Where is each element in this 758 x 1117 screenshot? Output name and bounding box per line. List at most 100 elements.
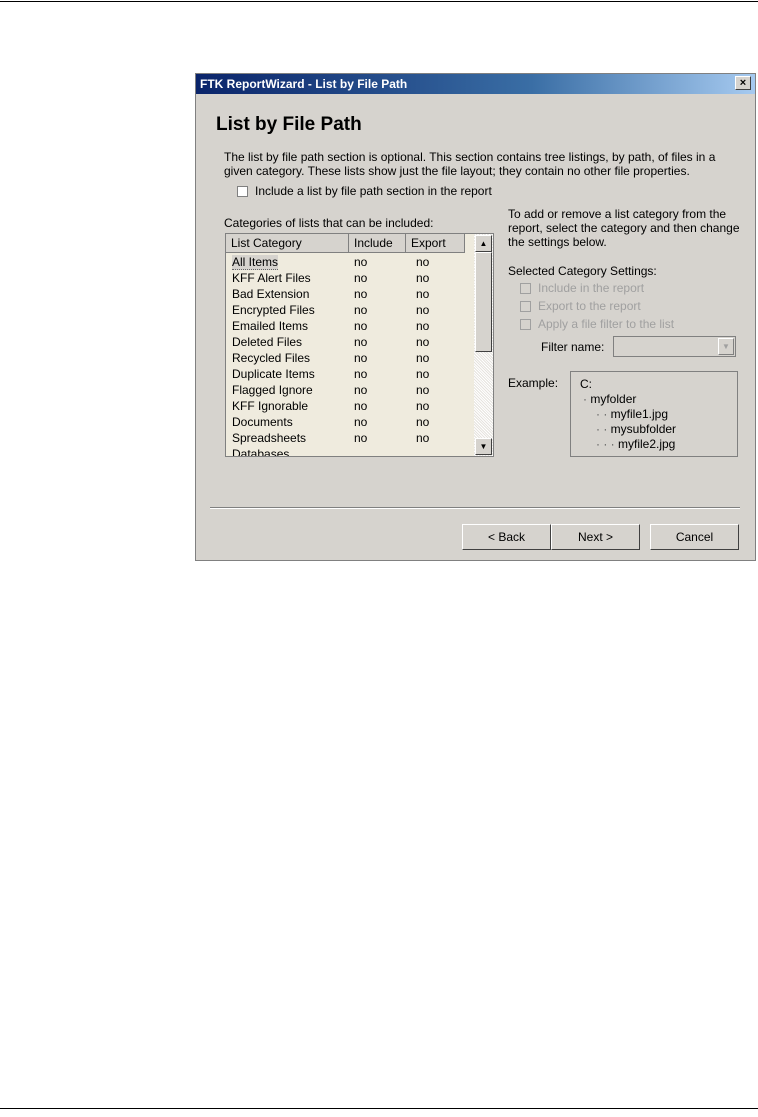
page-description: The list by file path section is optiona… <box>224 150 716 178</box>
scroll-down-button[interactable]: ▼ <box>475 438 492 455</box>
row-include: no <box>354 319 368 333</box>
apply-file-filter-checkbox[interactable] <box>520 319 531 331</box>
row-category: Spreadsheets <box>232 431 307 445</box>
selected-category-settings-caption: Selected Category Settings: <box>508 264 657 278</box>
example-text: myfolder <box>590 392 637 406</box>
row-include: no <box>354 303 368 317</box>
list-row[interactable]: Documents no no <box>226 414 474 430</box>
close-button[interactable]: × <box>735 76 751 90</box>
list-row[interactable]: Spreadsheets no no <box>226 430 474 446</box>
list-row[interactable]: All Items no no <box>226 254 474 270</box>
scroll-thumb[interactable] <box>475 252 492 352</box>
row-category: Emailed Items <box>232 319 309 333</box>
example-line: · · · myfile2.jpg <box>596 437 675 451</box>
triangle-down-icon: ▼ <box>479 442 488 451</box>
column-header-list-category[interactable]: List Category <box>226 234 349 253</box>
example-indent: · · <box>596 422 608 436</box>
close-icon: × <box>739 77 747 89</box>
example-line: · · mysubfolder <box>596 422 676 436</box>
row-include: no <box>354 255 368 269</box>
scroll-up-button[interactable]: ▲ <box>475 235 492 252</box>
include-in-report-label: Include in the report <box>538 281 645 295</box>
row-category: Duplicate Items <box>232 367 315 381</box>
apply-file-filter-option[interactable]: Apply a file filter to the list <box>520 317 674 331</box>
list-header: List Category Include Export <box>226 234 474 253</box>
triangle-up-icon: ▲ <box>479 239 488 248</box>
row-category: Encrypted Files <box>232 303 315 317</box>
example-indent: · · <box>596 407 608 421</box>
list-row[interactable]: Duplicate Items no no <box>226 366 474 382</box>
category-list[interactable]: List Category Include Export All Items no… <box>225 233 494 457</box>
include-in-report-option[interactable]: Include in the report <box>520 281 644 295</box>
page-bottom-rule <box>0 1108 758 1109</box>
list-scrollbar[interactable]: ▲ ▼ <box>474 234 493 456</box>
report-wizard-window: FTK ReportWizard - List by File Path × L… <box>195 73 756 561</box>
example-text: C: <box>580 377 592 391</box>
row-category: All Items <box>232 254 279 270</box>
row-export: no <box>416 431 430 445</box>
row-include: no <box>354 367 368 381</box>
row-export: no <box>416 255 430 269</box>
row-export: no <box>416 271 430 285</box>
row-include: no <box>354 399 368 413</box>
row-export: no <box>416 335 430 349</box>
example-label: Example: <box>508 376 559 390</box>
row-include: no <box>354 287 368 301</box>
export-to-report-label: Export to the report <box>538 299 641 313</box>
row-category: KFF Ignorable <box>232 399 309 413</box>
row-export: no <box>416 351 430 365</box>
list-row[interactable]: Databases <box>226 446 474 457</box>
example-text: mysubfolder <box>610 422 677 436</box>
list-row[interactable]: KFF Ignorable no no <box>226 398 474 414</box>
row-export: no <box>416 303 430 317</box>
row-category: Documents <box>232 415 293 429</box>
list-row[interactable]: Encrypted Files no no <box>226 302 474 318</box>
row-category: Deleted Files <box>232 335 303 349</box>
include-section-checkbox-row[interactable]: Include a list by file path section in t… <box>237 184 492 198</box>
settings-help-text: To add or remove a list category from th… <box>508 207 740 249</box>
column-header-export[interactable]: Export <box>406 234 465 253</box>
row-export: no <box>416 415 430 429</box>
filter-name-label: Filter name: <box>541 340 605 354</box>
include-section-checkbox[interactable] <box>237 186 248 198</box>
row-export: no <box>416 399 430 413</box>
include-section-label: Include a list by file path section in t… <box>255 184 492 198</box>
title-bar[interactable]: FTK ReportWizard - List by File Path × <box>196 74 755 94</box>
filter-name-select[interactable]: ▼ <box>613 336 736 357</box>
export-to-report-checkbox[interactable] <box>520 301 531 313</box>
example-tree-box: C: · myfolder · · myfile1.jpg · · mysubf… <box>570 371 738 457</box>
include-in-report-checkbox[interactable] <box>520 283 531 295</box>
page-heading: List by File Path <box>216 114 362 135</box>
list-row[interactable]: Recycled Files no no <box>226 350 474 366</box>
list-row[interactable]: Flagged Ignore no no <box>226 382 474 398</box>
row-category: Bad Extension <box>232 287 310 301</box>
row-include: no <box>354 351 368 365</box>
apply-file-filter-label: Apply a file filter to the list <box>538 317 675 331</box>
row-export: no <box>416 319 430 333</box>
example-line: C: <box>580 377 592 391</box>
row-category: Flagged Ignore <box>232 383 313 397</box>
chevron-down-icon: ▼ <box>722 342 730 351</box>
back-button[interactable]: < Back <box>462 524 551 550</box>
window-title: FTK ReportWizard - List by File Path <box>200 77 408 91</box>
row-export: no <box>416 287 430 301</box>
row-include: no <box>354 415 368 429</box>
list-row[interactable]: Bad Extension no no <box>226 286 474 302</box>
row-category: KFF Alert Files <box>232 271 311 285</box>
row-category: Recycled Files <box>232 351 311 365</box>
list-body: All Items no no KFF Alert Files no no Bad Ex… <box>226 254 474 457</box>
row-export: no <box>416 383 430 397</box>
list-row[interactable]: Deleted Files no no <box>226 334 474 350</box>
example-text: myfile2.jpg <box>618 437 676 451</box>
example-line: · myfolder <box>583 392 636 406</box>
next-button[interactable]: Next > <box>551 524 640 550</box>
export-to-report-option[interactable]: Export to the report <box>520 299 641 313</box>
list-row[interactable]: KFF Alert Files no no <box>226 270 474 286</box>
categories-caption: Categories of lists that can be included… <box>224 216 434 230</box>
list-row[interactable]: Emailed Items no no <box>226 318 474 334</box>
column-header-include[interactable]: Include <box>349 234 406 253</box>
example-text: myfile1.jpg <box>610 407 669 421</box>
dropdown-arrow-button[interactable]: ▼ <box>718 338 734 355</box>
cancel-button[interactable]: Cancel <box>650 524 739 550</box>
row-category: Databases <box>232 447 290 457</box>
